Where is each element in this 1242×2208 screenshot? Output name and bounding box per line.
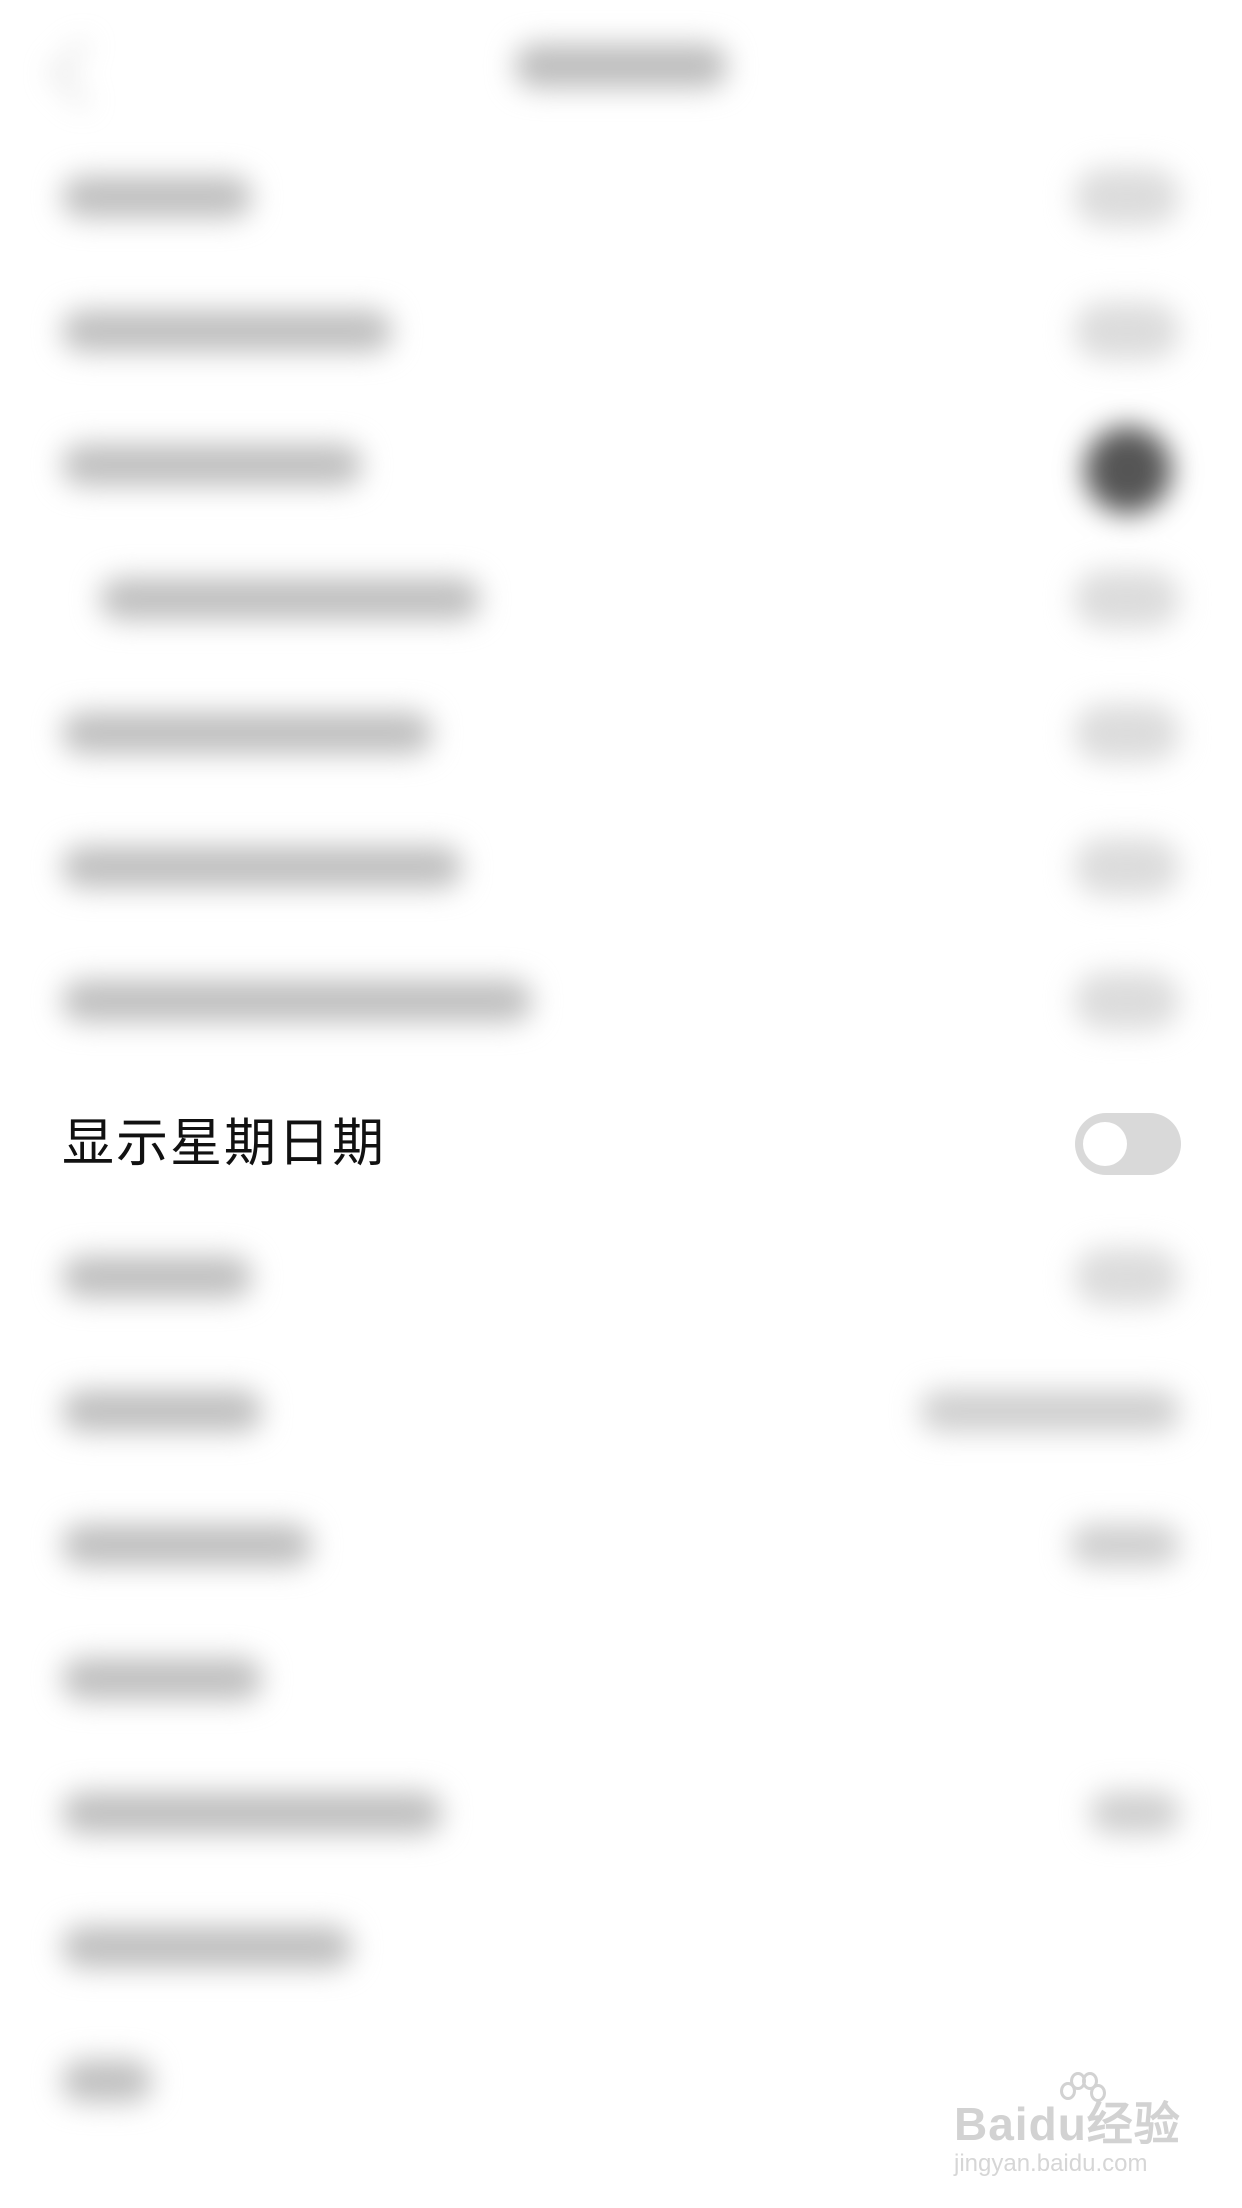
back-arrow-icon[interactable] (50, 40, 117, 107)
settings-row[interactable] (0, 130, 1242, 264)
settings-row[interactable] (0, 264, 1242, 398)
baidu-jingyan-watermark: Baidu经验 jingyan.baidu.com (948, 2070, 1188, 2190)
settings-row[interactable] (0, 1746, 1242, 1880)
setting-row-show-weekday-date[interactable]: 显示星期日期 (0, 1080, 1242, 1208)
settings-row[interactable] (0, 800, 1242, 934)
settings-row[interactable] (0, 666, 1242, 800)
watermark-brand: Baidu经验 (954, 2098, 1181, 2150)
settings-row[interactable] (0, 1344, 1242, 1478)
toggle-knob (1083, 1122, 1127, 1166)
settings-row[interactable] (0, 934, 1242, 1068)
show-weekday-date-toggle[interactable] (1075, 1113, 1181, 1175)
settings-row[interactable] (0, 1880, 1242, 2014)
watermark-site: jingyan.baidu.com (954, 2150, 1148, 2177)
settings-row[interactable] (0, 532, 1242, 666)
settings-row[interactable] (0, 398, 1242, 532)
settings-row[interactable] (0, 1478, 1242, 1612)
settings-row[interactable] (0, 1612, 1242, 1746)
settings-row[interactable] (0, 1210, 1242, 1344)
page-title-blurred (515, 44, 727, 88)
setting-label: 显示星期日期 (62, 1114, 387, 1174)
